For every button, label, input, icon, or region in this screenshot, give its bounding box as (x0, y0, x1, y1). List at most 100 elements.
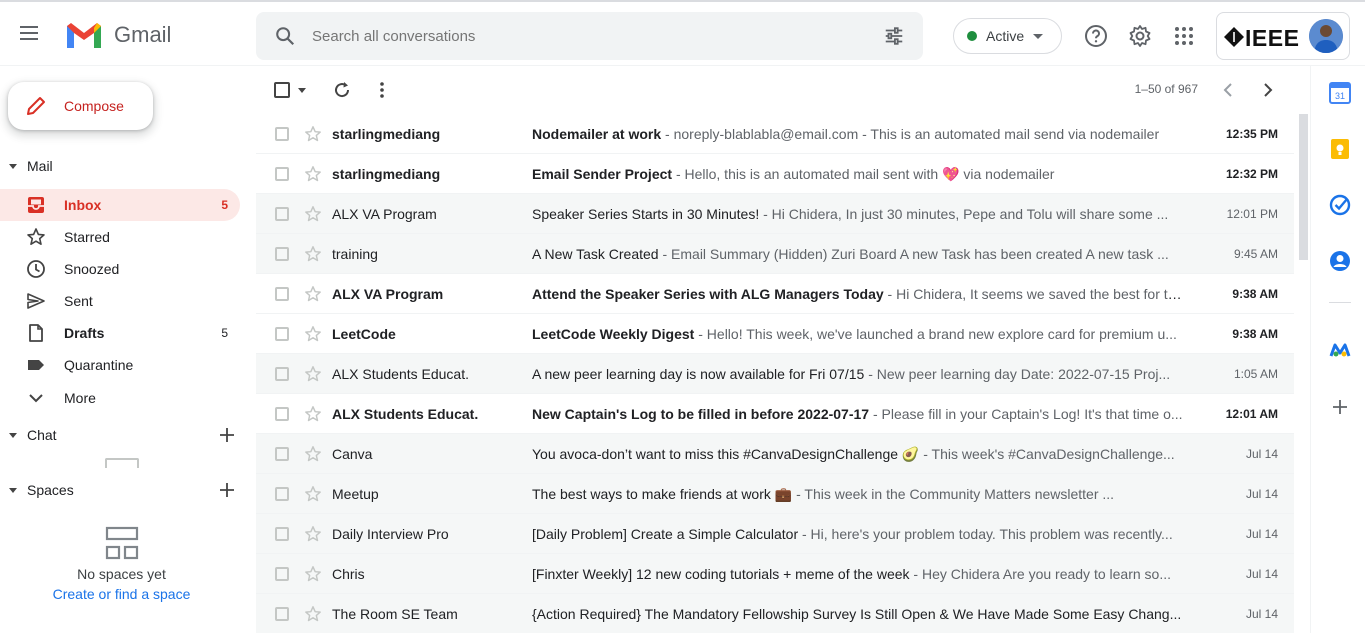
status-dropdown[interactable]: Active (953, 18, 1062, 54)
email-row[interactable]: LeetCode LeetCode Weekly Digest - Hello! … (256, 314, 1294, 354)
email-row[interactable]: ALX VA Program Attend the Speaker Series … (256, 274, 1294, 314)
help-icon[interactable] (1084, 24, 1108, 48)
email-row[interactable]: ALX Students Educat. A new peer learning … (256, 354, 1294, 394)
row-checkbox[interactable] (275, 367, 289, 381)
email-sender: ALX VA Program (332, 286, 444, 302)
star-icon[interactable] (304, 525, 322, 543)
sidebar-item-starred[interactable]: Starred (0, 221, 240, 253)
row-checkbox[interactable] (275, 247, 289, 261)
draft-count: 5 (221, 326, 228, 340)
email-snippet: - New peer learning day Date: 2022-07-15… (864, 366, 1171, 382)
star-icon[interactable] (304, 125, 322, 143)
star-icon[interactable] (304, 285, 322, 303)
sidebar-item-quarantine[interactable]: Quarantine (0, 349, 240, 381)
email-content: A new peer learning day is now available… (532, 366, 1184, 382)
star-icon[interactable] (304, 205, 322, 223)
email-sender: LeetCode (332, 326, 396, 342)
email-subject: You avoca-don’t want to miss this #Canva… (532, 446, 920, 462)
sidebar-item-inbox[interactable]: Inbox 5 (0, 189, 240, 221)
select-all-checkbox[interactable] (274, 82, 290, 98)
list-scrollbar[interactable] (1297, 114, 1309, 633)
email-sender: starlingmediang (332, 126, 441, 142)
email-date: 1:05 AM (1233, 367, 1278, 381)
email-date: Jul 14 (1245, 487, 1278, 501)
email-content: Speaker Series Starts in 30 Minutes! - H… (532, 206, 1184, 222)
search-input[interactable] (312, 24, 852, 48)
sidebar-item-snoozed[interactable]: Snoozed (0, 253, 240, 285)
email-row[interactable]: Canva You avoca-don’t want to miss this #… (256, 434, 1294, 474)
tasks-icon[interactable] (1329, 194, 1351, 216)
star-icon[interactable] (304, 405, 322, 423)
row-checkbox[interactable] (275, 407, 289, 421)
account-switcher[interactable]: IEEE (1216, 12, 1350, 60)
addon-icon[interactable] (1329, 340, 1351, 362)
email-row[interactable]: Daily Interview Pro [Daily Problem] Creat… (256, 514, 1294, 554)
email-date: 9:38 AM (1232, 287, 1278, 301)
star-icon[interactable] (304, 365, 322, 383)
sidebar-item-more[interactable]: More (0, 382, 240, 414)
mail-section-header[interactable]: Mail (0, 151, 256, 181)
star-icon[interactable] (304, 325, 322, 343)
avatar[interactable] (1309, 19, 1343, 53)
email-sender: The Room SE Team (332, 606, 458, 622)
search-icon[interactable] (274, 25, 296, 47)
calendar-icon[interactable]: 31 (1329, 82, 1351, 104)
settings-gear-icon[interactable] (1128, 24, 1152, 48)
email-subject: Speaker Series Starts in 30 Minutes! (532, 206, 760, 222)
row-checkbox[interactable] (275, 567, 289, 581)
search-bar[interactable] (256, 12, 923, 60)
row-checkbox[interactable] (275, 287, 289, 301)
email-date: Jul 14 (1245, 567, 1278, 581)
email-row[interactable]: Meetup The best ways to make friends at w… (256, 474, 1294, 514)
collapse-triangle-icon (9, 487, 17, 493)
star-icon[interactable] (304, 485, 322, 503)
search-options-icon[interactable] (883, 25, 905, 47)
menu-icon (20, 26, 38, 28)
email-row[interactable]: Chris [Finxter Weekly] 12 new coding tuto… (256, 554, 1294, 594)
select-dropdown-icon[interactable] (298, 88, 306, 93)
new-space-plus-icon[interactable] (218, 481, 236, 499)
sidebar-item-sent[interactable]: Sent (0, 285, 240, 317)
refresh-icon[interactable] (332, 80, 352, 100)
email-row[interactable]: The Room SE Team {Action Required} The Ma… (256, 594, 1294, 633)
row-checkbox[interactable] (275, 487, 289, 501)
row-checkbox[interactable] (275, 167, 289, 181)
star-icon[interactable] (304, 245, 322, 263)
row-checkbox[interactable] (275, 447, 289, 461)
row-checkbox[interactable] (275, 607, 289, 621)
keep-icon[interactable] (1329, 138, 1351, 160)
spaces-section-header[interactable]: Spaces (0, 475, 256, 505)
row-checkbox[interactable] (275, 207, 289, 221)
main-menu-button[interactable] (20, 22, 52, 50)
new-chat-plus-icon[interactable] (218, 426, 236, 444)
email-row[interactable]: ALX VA Program Speaker Series Starts in 3… (256, 194, 1294, 234)
compose-button[interactable]: Compose (8, 82, 153, 130)
sidebar-item-drafts[interactable]: Drafts 5 (0, 317, 240, 349)
contacts-icon[interactable] (1329, 250, 1351, 272)
create-space-link[interactable]: Create or find a space (0, 586, 243, 602)
star-icon[interactable] (304, 605, 322, 623)
collapse-triangle-icon (9, 163, 17, 169)
mail-section-label: Mail (27, 158, 53, 174)
email-row[interactable]: ALX Students Educat. New Captain's Log to… (256, 394, 1294, 434)
pencil-icon (27, 97, 45, 115)
email-row[interactable]: training A New Task Created - Email Summa… (256, 234, 1294, 274)
newer-chevron-left-icon[interactable] (1218, 80, 1238, 100)
apps-grid-icon[interactable] (1172, 24, 1196, 48)
get-addons-plus-icon[interactable] (1329, 396, 1351, 418)
star-icon[interactable] (304, 445, 322, 463)
star-icon[interactable] (304, 565, 322, 583)
scrollbar-thumb[interactable] (1299, 114, 1308, 260)
row-checkbox[interactable] (275, 127, 289, 141)
row-checkbox[interactable] (275, 527, 289, 541)
row-checkbox[interactable] (275, 327, 289, 341)
email-row[interactable]: starlingmediang Nodemailer at work - nore… (256, 114, 1294, 154)
star-icon[interactable] (304, 165, 322, 183)
more-vert-icon[interactable] (372, 80, 392, 100)
older-chevron-right-icon[interactable] (1258, 80, 1278, 100)
gmail-logo[interactable]: Gmail (64, 18, 171, 52)
email-row[interactable]: starlingmediang Email Sender Project - He… (256, 154, 1294, 194)
sidebar-item-label: Drafts (64, 325, 105, 341)
sidebar-item-label: Sent (64, 293, 93, 309)
chat-section-header[interactable]: Chat (0, 420, 256, 450)
